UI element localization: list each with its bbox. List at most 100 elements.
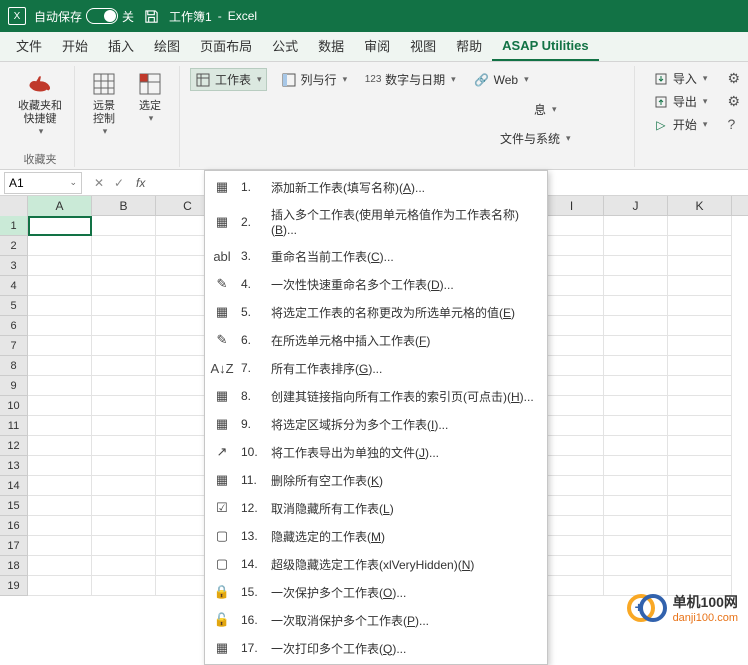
cell[interactable]	[28, 576, 92, 596]
cell[interactable]	[604, 296, 668, 316]
cell[interactable]	[540, 496, 604, 516]
cell[interactable]	[92, 436, 156, 456]
cell[interactable]	[92, 396, 156, 416]
cell[interactable]	[92, 296, 156, 316]
cancel-icon[interactable]: ✕	[90, 176, 108, 190]
menu-item-7[interactable]: A↓Z7.所有工作表排序(G)...	[205, 354, 547, 382]
row-header[interactable]: 19	[0, 576, 28, 596]
cell[interactable]	[604, 556, 668, 576]
cell[interactable]	[540, 236, 604, 256]
cell[interactable]	[604, 536, 668, 556]
cell[interactable]	[668, 336, 732, 356]
info-dropdown[interactable]: 息 ▾	[530, 99, 561, 120]
row-header[interactable]: 9	[0, 376, 28, 396]
cell[interactable]	[28, 216, 92, 236]
cell[interactable]	[604, 376, 668, 396]
cell[interactable]	[540, 476, 604, 496]
cell[interactable]	[668, 456, 732, 476]
cell[interactable]	[540, 536, 604, 556]
cell[interactable]	[92, 356, 156, 376]
vision-control-button[interactable]: 远景 控制 ▾	[81, 66, 127, 141]
row-header[interactable]: 10	[0, 396, 28, 416]
cell[interactable]	[604, 316, 668, 336]
cell[interactable]	[540, 576, 604, 596]
menu-item-5[interactable]: ▦5.将选定工作表的名称更改为所选单元格的值(E)	[205, 298, 547, 326]
cell[interactable]	[540, 316, 604, 336]
tab-file[interactable]: 文件	[6, 30, 52, 61]
web-dropdown[interactable]: 🔗 Web ▾	[470, 68, 533, 91]
gear-icon[interactable]: ⚙	[727, 93, 740, 110]
menu-item-1[interactable]: ▦1.添加新工作表(填写名称)(A)...	[205, 173, 547, 201]
cell[interactable]	[28, 536, 92, 556]
cell[interactable]	[28, 476, 92, 496]
cell[interactable]	[668, 516, 732, 536]
tab-home[interactable]: 开始	[52, 30, 98, 61]
cell[interactable]	[604, 456, 668, 476]
row-header[interactable]: 8	[0, 356, 28, 376]
cell[interactable]	[540, 256, 604, 276]
column-header[interactable]: I	[540, 196, 604, 216]
row-header[interactable]: 5	[0, 296, 28, 316]
autosave-toggle[interactable]: 自动保存 关	[34, 8, 134, 25]
column-header[interactable]: J	[604, 196, 668, 216]
row-header[interactable]: 11	[0, 416, 28, 436]
number-date-dropdown[interactable]: 123 数字与日期 ▾	[361, 68, 460, 91]
tab-review[interactable]: 审阅	[354, 30, 400, 61]
cell[interactable]	[540, 416, 604, 436]
cell[interactable]	[92, 416, 156, 436]
tab-help[interactable]: 帮助	[446, 30, 492, 61]
column-header[interactable]: K	[668, 196, 732, 216]
row-header[interactable]: 15	[0, 496, 28, 516]
cell[interactable]	[604, 356, 668, 376]
gear-icon[interactable]: ⚙	[727, 70, 740, 87]
cell[interactable]	[668, 236, 732, 256]
col-row-dropdown[interactable]: 列与行 ▾	[277, 68, 352, 91]
cell[interactable]	[540, 376, 604, 396]
favorites-button[interactable]: 收藏夹和 快捷键 ▾	[12, 66, 68, 141]
row-header[interactable]: 16	[0, 516, 28, 536]
cell[interactable]	[540, 456, 604, 476]
row-header[interactable]: 3	[0, 256, 28, 276]
cell[interactable]	[668, 216, 732, 236]
cell[interactable]	[92, 336, 156, 356]
menu-item-16[interactable]: 🔓16.一次取消保护多个工作表(P)...	[205, 606, 547, 634]
cell[interactable]	[604, 516, 668, 536]
row-header[interactable]: 6	[0, 316, 28, 336]
cell[interactable]	[92, 376, 156, 396]
row-header[interactable]: 18	[0, 556, 28, 576]
cell[interactable]	[668, 256, 732, 276]
cell[interactable]	[668, 396, 732, 416]
export-button[interactable]: 导出 ▾	[649, 91, 712, 112]
menu-item-8[interactable]: ▦8.创建其链接指向所有工作表的索引页(可点击)(H)...	[205, 382, 547, 410]
menu-item-10[interactable]: ↗10.将工作表导出为单独的文件(J)...	[205, 438, 547, 466]
cell[interactable]	[28, 316, 92, 336]
menu-item-15[interactable]: 🔒15.一次保护多个工作表(O)...	[205, 578, 547, 606]
tab-draw[interactable]: 绘图	[144, 30, 190, 61]
cell[interactable]	[28, 416, 92, 436]
row-header[interactable]: 1	[0, 216, 28, 236]
menu-item-13[interactable]: ▢13.隐藏选定的工作表(M)	[205, 522, 547, 550]
cell[interactable]	[604, 496, 668, 516]
menu-item-9[interactable]: ▦9.将选定区域拆分为多个工作表(I)...	[205, 410, 547, 438]
tab-data[interactable]: 数据	[308, 30, 354, 61]
cell[interactable]	[92, 576, 156, 596]
cell[interactable]	[28, 356, 92, 376]
row-header[interactable]: 4	[0, 276, 28, 296]
cell[interactable]	[28, 376, 92, 396]
cell[interactable]	[604, 216, 668, 236]
cell[interactable]	[28, 336, 92, 356]
menu-item-14[interactable]: ▢14.超级隐藏选定工作表(xlVeryHidden)(N)	[205, 550, 547, 578]
menu-item-11[interactable]: ▦11.删除所有空工作表(K)	[205, 466, 547, 494]
toggle-icon[interactable]	[86, 8, 118, 24]
cell[interactable]	[28, 396, 92, 416]
cell[interactable]	[28, 496, 92, 516]
cell[interactable]	[28, 556, 92, 576]
cell[interactable]	[540, 336, 604, 356]
cell[interactable]	[28, 256, 92, 276]
cell[interactable]	[668, 356, 732, 376]
cell[interactable]	[668, 536, 732, 556]
cell[interactable]	[92, 276, 156, 296]
cell[interactable]	[540, 396, 604, 416]
cell[interactable]	[668, 276, 732, 296]
cell[interactable]	[540, 516, 604, 536]
